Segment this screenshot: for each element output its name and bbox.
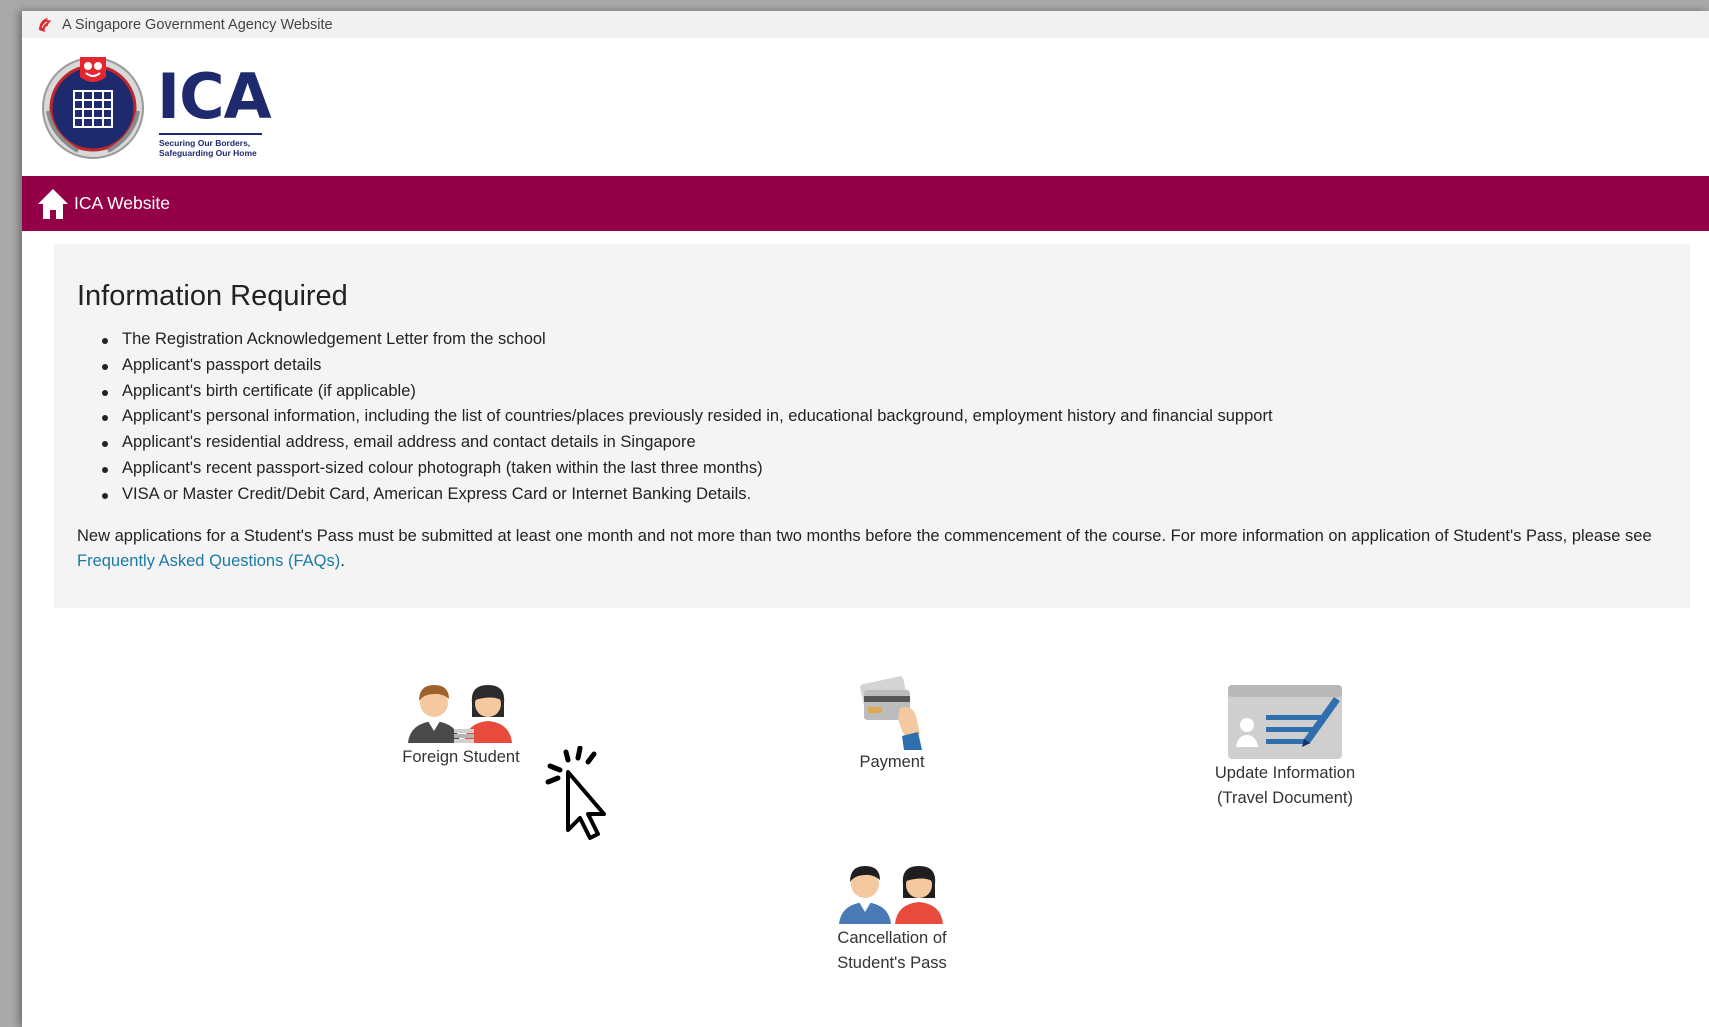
logo-divider: [159, 133, 262, 135]
browser-page: A Singapore Government Agency Website IC…: [22, 11, 1709, 1027]
info-title: Information Required: [77, 280, 348, 312]
main-nav-bar: ICA Website: [22, 176, 1709, 231]
logo-tagline: Securing Our Borders, Safeguarding Our H…: [159, 138, 279, 158]
info-list: The Registration Acknowledgement Letter …: [99, 327, 1668, 508]
info-note-text: New applications for a Student's Pass mu…: [77, 526, 1652, 545]
faq-link[interactable]: Frequently Asked Questions (FAQs): [77, 552, 340, 570]
cancellation-label-2: Student's Pass: [837, 954, 947, 972]
update-information-label-1: Update Information: [1214, 764, 1356, 782]
foreign-student-icon: [408, 685, 512, 743]
gov-agency-text: A Singapore Government Agency Website: [62, 16, 333, 33]
home-icon[interactable]: [36, 186, 70, 222]
foreign-student-tile[interactable]: Foreign Student: [396, 673, 526, 770]
update-information-label-2: (Travel Document): [1216, 789, 1353, 807]
list-item: Applicant's recent passport-sized colour…: [99, 456, 1668, 482]
list-item: Applicant's birth certificate (if applic…: [99, 379, 1668, 405]
list-item: Applicant's passport details: [99, 353, 1668, 379]
update-information-tile[interactable]: Update Information (Travel Document): [1192, 683, 1378, 811]
cancellation-tile[interactable]: Cancellation of Student's Pass: [822, 854, 962, 976]
information-required-panel: Information Required The Registration Ac…: [54, 244, 1690, 608]
ica-website-link[interactable]: ICA Website: [74, 193, 170, 214]
gov-agency-bar: A Singapore Government Agency Website: [22, 11, 1709, 38]
list-item: VISA or Master Credit/Debit Card, Americ…: [99, 482, 1668, 508]
singapore-lion-icon: [39, 17, 51, 32]
list-item: The Registration Acknowledgement Letter …: [99, 327, 1668, 353]
cancellation-label-1: Cancellation of: [837, 929, 947, 947]
info-note: New applications for a Student's Pass mu…: [77, 524, 1668, 575]
pointer-cursor-icon: [545, 746, 606, 840]
payment-card-icon: [860, 676, 922, 750]
ica-seal-logo[interactable]: [38, 51, 148, 161]
logo-tagline-line-1: Securing Our Borders,: [159, 138, 251, 148]
list-item: Applicant's personal information, includ…: [99, 404, 1668, 430]
info-note-end: .: [340, 552, 345, 571]
site-header: ICA Securing Our Borders, Safeguarding O…: [22, 38, 1709, 176]
list-item: Applicant's residential address, email a…: [99, 430, 1668, 456]
cancellation-students-icon: [839, 866, 943, 924]
logo-tagline-line-2: Safeguarding Our Home: [159, 148, 257, 158]
ica-wordmark[interactable]: ICA: [157, 66, 272, 128]
update-document-icon: [1228, 685, 1342, 759]
payment-label: Payment: [859, 753, 925, 771]
foreign-student-label: Foreign Student: [402, 748, 520, 766]
payment-tile[interactable]: Payment: [832, 674, 952, 775]
